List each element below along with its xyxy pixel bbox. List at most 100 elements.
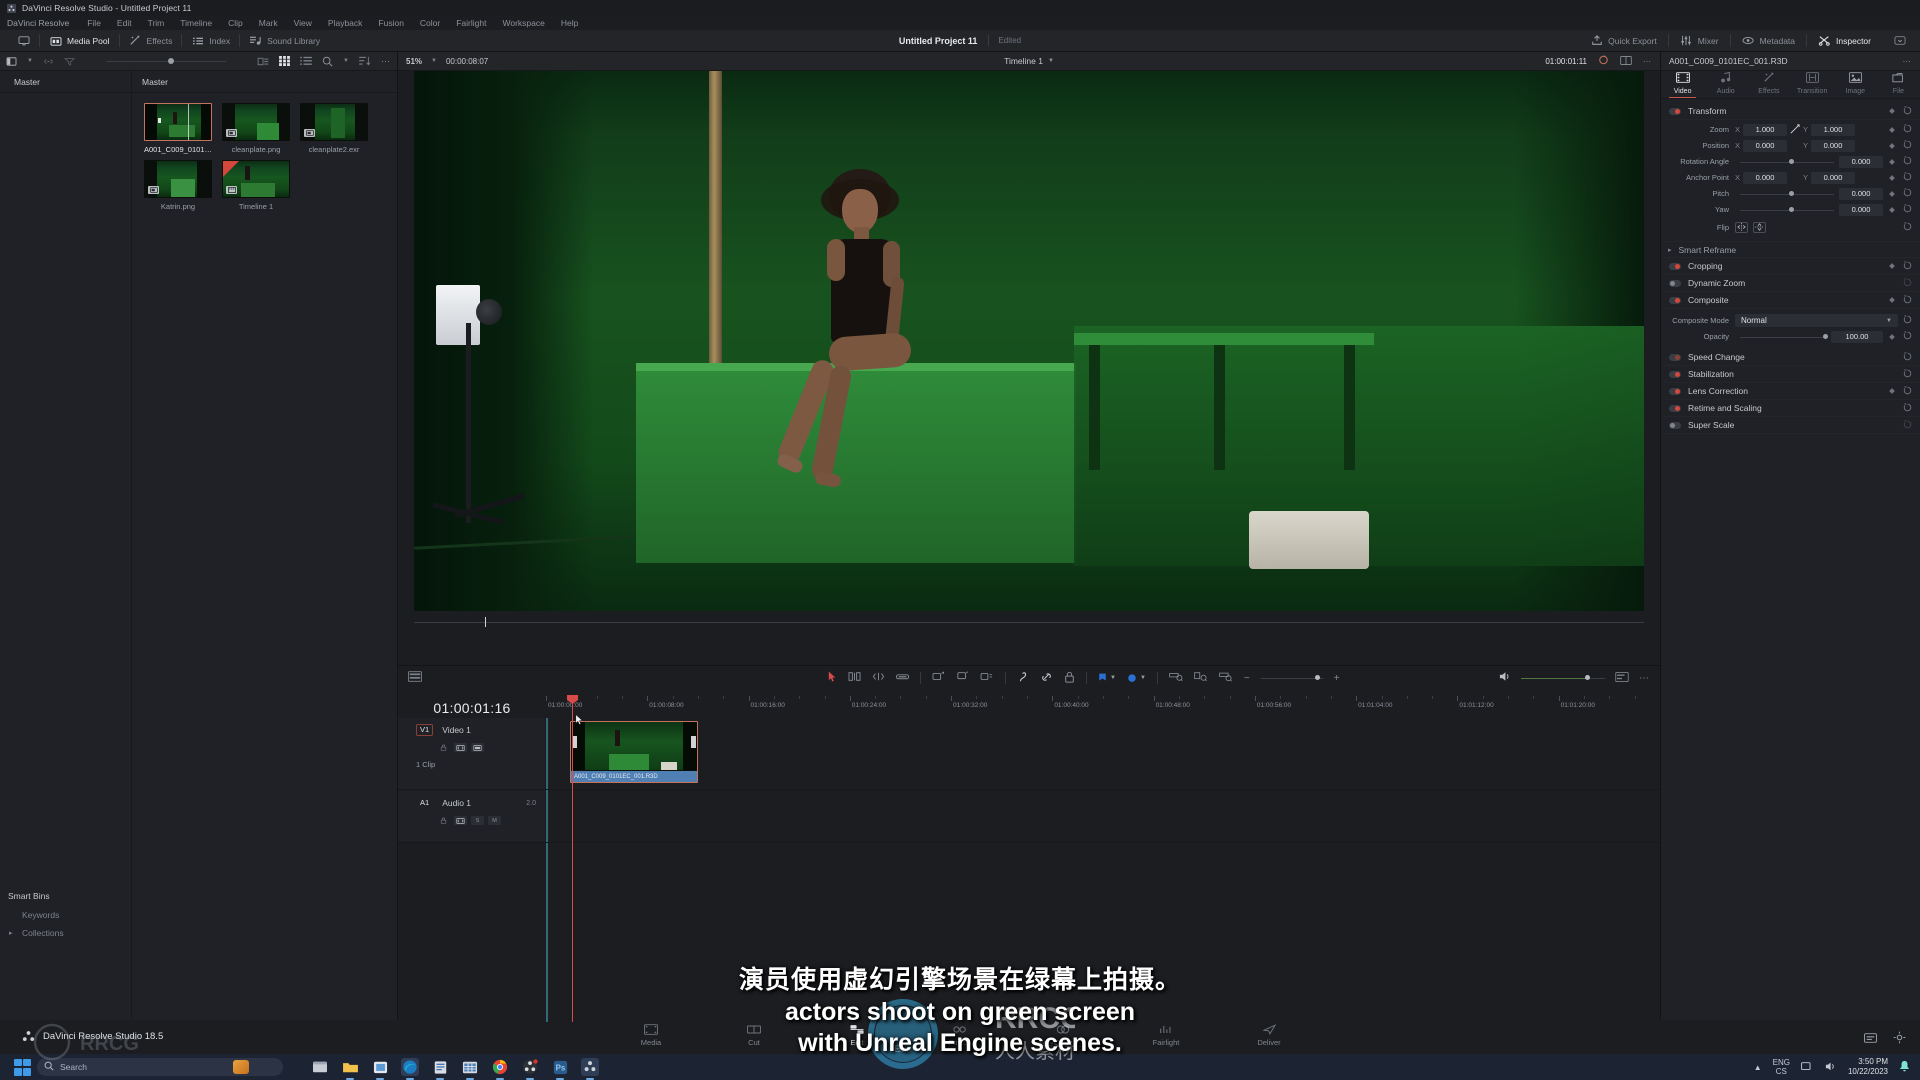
keyframe-icon-anchor[interactable] [1889, 174, 1895, 181]
resolve-studio-icon[interactable] [581, 1058, 599, 1080]
tray-expand-icon[interactable]: ▲ [1754, 1063, 1762, 1072]
excel-icon[interactable] [461, 1058, 479, 1080]
reset-icon-lens[interactable] [1903, 385, 1912, 397]
section-composite[interactable]: Composite [1661, 292, 1920, 309]
track-a1-id[interactable]: A1 [416, 797, 433, 809]
zoom-x-field[interactable]: 1.000 [1743, 123, 1787, 136]
folder-icon[interactable] [341, 1058, 359, 1080]
clip-right-handle[interactable] [691, 736, 696, 748]
sound-library-button[interactable]: Sound Library [240, 30, 329, 52]
workspace-toggle-button[interactable] [1882, 35, 1912, 46]
trim-edit-tool-icon[interactable] [848, 671, 861, 685]
thumbnail-view-icon[interactable] [279, 56, 290, 66]
rotation-field[interactable]: 0.000 [1839, 155, 1883, 168]
razor-tool-icon[interactable] [895, 673, 910, 684]
viewer-timeline-selector[interactable]: Timeline 1 ▼ [1004, 56, 1054, 66]
marker-layers-icon[interactable] [980, 671, 994, 685]
project-manager-icon[interactable] [1864, 1032, 1877, 1047]
page-button-fairlight[interactable]: Fairlight [1142, 1024, 1190, 1047]
media-item-cleanplate2[interactable]: cleanplate2.exr [300, 103, 368, 154]
menu-item-fusion[interactable]: Fusion [370, 16, 412, 30]
reset-icon-anchor[interactable] [1903, 172, 1912, 183]
inspector-tab-effects[interactable]: Effects [1747, 72, 1790, 98]
track-v1-visibility-icon[interactable] [471, 743, 484, 752]
media-item-katrin[interactable]: Katrin.png [144, 160, 212, 211]
media-item-cleanplate[interactable]: cleanplate.png [222, 103, 290, 154]
zoom-detail-icon[interactable] [1194, 671, 1208, 685]
transform-toggle[interactable] [1669, 107, 1681, 115]
taskbar-clock[interactable]: 3:50 PM 10/22/2023 [1848, 1057, 1888, 1077]
thumbnail-size-slider[interactable] [106, 56, 226, 67]
page-button-edit[interactable]: Edit [833, 1024, 881, 1047]
viewer-zoom-chevron-icon[interactable]: ▼ [431, 58, 437, 64]
keyframe-icon[interactable] [1889, 108, 1895, 114]
menu-item-edit[interactable]: Edit [109, 16, 140, 30]
reset-icon-position[interactable] [1903, 140, 1912, 151]
section-retime-scaling[interactable]: Retime and Scaling [1661, 400, 1920, 417]
notifications-bell-icon[interactable] [1899, 1060, 1910, 1074]
inspector-tab-audio[interactable]: Audio [1704, 71, 1747, 98]
section-dynamic-zoom[interactable]: Dynamic Zoom [1661, 275, 1920, 292]
menu-item-help[interactable]: Help [553, 16, 586, 30]
track-v1-auto-select-icon[interactable] [454, 743, 467, 752]
section-transform[interactable]: Transform [1661, 103, 1920, 120]
filter-icon[interactable] [63, 57, 75, 66]
settings-gear-icon[interactable] [1893, 1031, 1906, 1047]
sidebar-toggle-icon[interactable] [6, 56, 17, 66]
reset-icon-cropping[interactable] [1903, 260, 1912, 272]
track-a1-mute-button[interactable]: M [488, 816, 501, 825]
track-a1-name[interactable]: Audio 1 [442, 798, 471, 808]
home-button[interactable] [8, 30, 39, 52]
reset-icon-stabilization[interactable] [1903, 368, 1912, 380]
search-icon[interactable] [322, 56, 333, 67]
reset-icon-composite[interactable] [1903, 294, 1912, 306]
reset-icon-pitch[interactable] [1903, 188, 1912, 199]
viewer-zoom-value[interactable]: 51% [406, 57, 422, 66]
media-item-video[interactable]: A001_C009_0101E... [144, 103, 212, 154]
list-view-icon[interactable] [300, 56, 312, 66]
timeline-clip[interactable]: A001_C009_0101EC_001.R3D [570, 721, 698, 783]
inspector-button[interactable]: Inspector [1807, 35, 1882, 46]
metadata-button[interactable]: Metadata [1731, 35, 1806, 46]
keyframe-icon-rotation[interactable] [1889, 158, 1895, 165]
reset-icon-opacity[interactable] [1903, 331, 1912, 342]
inspector-tab-file[interactable]: File [1877, 72, 1920, 98]
menu-item-file[interactable]: File [79, 16, 109, 30]
section-speed-change[interactable]: Speed Change [1661, 349, 1920, 366]
stabilization-toggle[interactable] [1669, 370, 1681, 378]
composite-toggle[interactable] [1669, 296, 1681, 304]
metadata-view-icon[interactable] [257, 57, 269, 66]
track-v1-name[interactable]: Video 1 [442, 725, 471, 735]
track-v1-lock-icon[interactable] [437, 743, 450, 752]
menu-item-color[interactable]: Color [412, 16, 448, 30]
flip-vertical-button[interactable] [1753, 221, 1766, 233]
viewer-image[interactable] [414, 71, 1644, 611]
volume-icon[interactable] [1825, 1061, 1837, 1074]
position-y-field[interactable]: 0.000 [1811, 139, 1855, 152]
index-button[interactable]: Index [182, 30, 239, 52]
anchor-y-field[interactable]: 0.000 [1811, 171, 1855, 184]
reset-icon[interactable] [1903, 105, 1912, 117]
windows-start-icon[interactable] [14, 1058, 31, 1076]
position-x-field[interactable]: 0.000 [1743, 139, 1787, 152]
split-view-icon[interactable] [1620, 55, 1632, 67]
anchor-x-field[interactable]: 0.000 [1743, 171, 1787, 184]
dynamic-trim-tool-icon[interactable] [872, 671, 885, 685]
section-super-scale[interactable]: Super Scale [1661, 417, 1920, 434]
tree-item-keywords[interactable]: Keywords [0, 906, 131, 924]
zoom-custom-icon[interactable] [1219, 671, 1233, 685]
mixer-button[interactable]: Mixer [1669, 35, 1730, 46]
lock-icon[interactable] [1064, 671, 1075, 686]
yaw-slider[interactable] [1740, 204, 1834, 216]
reset-icon-flip[interactable] [1903, 221, 1912, 233]
timeline-lane-v1[interactable]: A001_C009_0101EC_001.R3D [546, 718, 1660, 790]
link-zoom-icon[interactable] [1787, 123, 1803, 136]
keyframe-icon-position[interactable] [1889, 142, 1895, 149]
section-stabilization[interactable]: Stabilization [1661, 366, 1920, 383]
keyframe-icon-opacity[interactable] [1889, 333, 1895, 340]
menu-item-playback[interactable]: Playback [320, 16, 371, 30]
media-item-timeline[interactable]: Timeline 1 [222, 160, 290, 211]
rotation-slider[interactable] [1740, 156, 1834, 168]
keyframe-icon-yaw[interactable] [1889, 206, 1895, 213]
page-button-deliver[interactable]: Deliver [1245, 1024, 1293, 1047]
